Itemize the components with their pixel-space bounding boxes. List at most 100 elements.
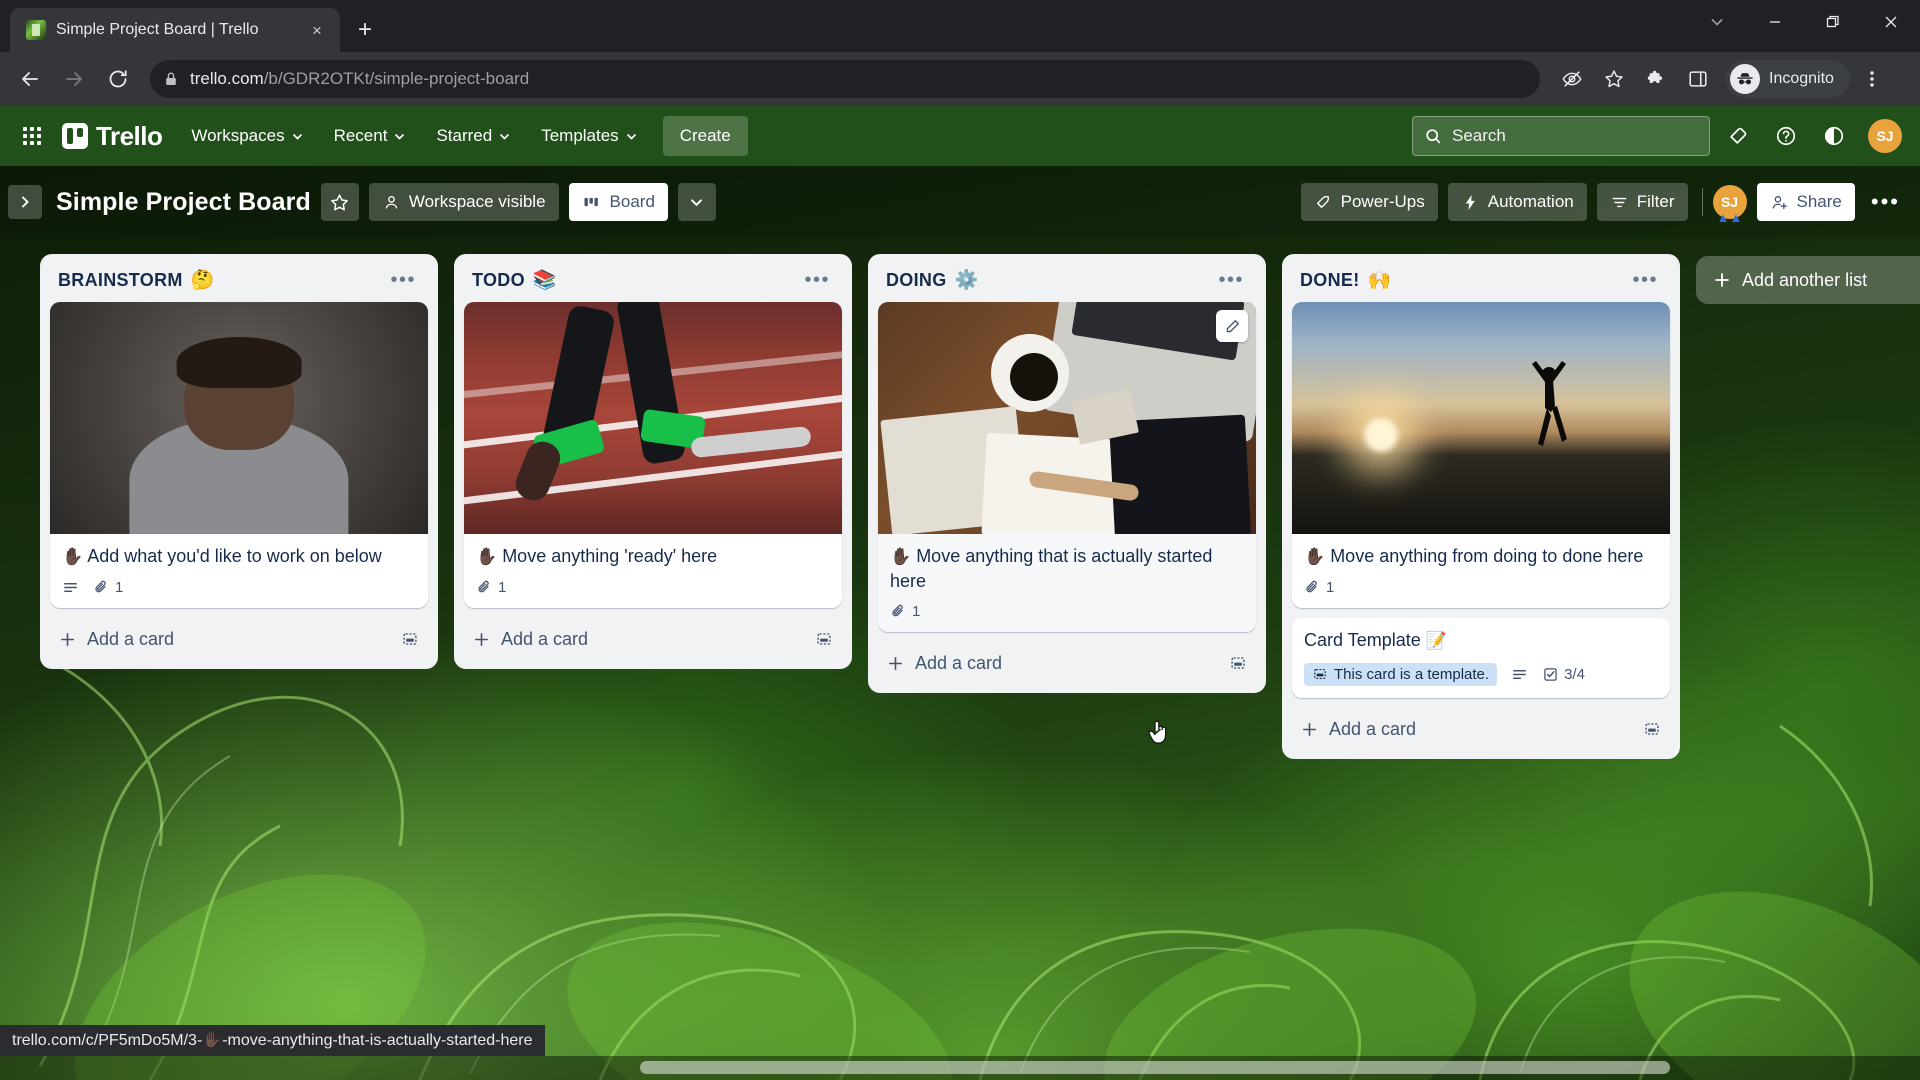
close-tab-icon[interactable]: × [304,17,330,43]
reload-icon[interactable] [98,59,138,99]
profile-incognito-chip[interactable]: Incognito [1726,60,1850,98]
board-title[interactable]: Simple Project Board [56,188,311,217]
attachment-count: 1 [115,578,124,596]
list-title[interactable]: TODO 📚 [472,268,798,292]
toolbar-right-icons: Incognito [1552,59,1892,99]
card-list: ✋🏿 Move anything that is actually starte… [876,302,1258,632]
add-card-label: Add a card [501,628,589,649]
add-another-list-button[interactable]: Add another list [1696,256,1920,304]
tab-title: Simple Project Board | Trello [56,21,259,38]
card-badges: 1 [1304,579,1658,596]
share-button[interactable]: Share [1756,183,1855,221]
attachment-badge: 1 [1304,579,1334,596]
back-icon[interactable] [10,59,50,99]
board-menu-button[interactable]: ••• [1865,183,1906,221]
card-title-text: Add what you'd like to work on below [87,546,382,566]
nav-starred[interactable]: Starred [423,116,524,156]
power-ups-label: Power-Ups [1340,192,1425,211]
search-icon [1426,128,1441,144]
card-title-text: Move anything that is actually started h… [890,546,1213,591]
card-badges: 1 [890,603,1244,620]
board-visibility-button[interactable]: Workspace visible [368,183,559,221]
search-input[interactable]: Search [1412,116,1710,156]
trello-logo[interactable]: Trello [56,121,174,152]
card[interactable]: ✋🏿 Move anything 'ready' here 1 [464,302,842,608]
list-header: DOING ⚙️ ••• [876,264,1258,302]
minimize-icon[interactable] [1746,0,1804,44]
trello-top-nav: Trello Workspaces Recent Starred Templat… [0,106,1920,166]
trello-logo-text: Trello [96,120,163,151]
list-title[interactable]: DONE! 🙌 [1300,268,1626,292]
url-path: /b/GDR2OTKt/simple-project-board [263,69,530,88]
eye-slash-icon[interactable] [1552,59,1592,99]
description-badge [1511,666,1528,683]
card-list: ✋🏿 Move anything 'ready' here 1 [462,302,844,608]
automation-button[interactable]: Automation [1447,183,1587,221]
tab-strip: Simple Project Board | Trello × + [0,0,1920,52]
list-menu-button[interactable]: ••• [1626,270,1664,290]
jumping-person-silhouette [1531,360,1567,446]
profile-label: Incognito [1769,70,1834,87]
nav-templates[interactable]: Templates [528,116,650,156]
member-collapse-chevrons-icon: ▲▲ [1716,210,1743,225]
card-cover-image [1292,302,1670,534]
board-view-dropdown[interactable] [677,183,716,221]
notifications-bell-icon[interactable] [1718,116,1758,156]
card-cover-image [464,302,842,534]
restore-icon[interactable] [1804,0,1862,44]
edit-card-button[interactable] [1216,310,1248,342]
forward-icon[interactable] [54,59,94,99]
card[interactable]: ✋🏿 Move anything from doing to done here… [1292,302,1670,608]
card[interactable]: ✋🏿 Add what you'd like to work on below … [50,302,428,608]
scrollbar-thumb[interactable] [640,1061,1670,1074]
description-badge [62,579,79,596]
card-body: ✋🏿 Move anything from doing to done here… [1292,534,1670,608]
nav-workspaces[interactable]: Workspaces [178,116,316,156]
filter-label: Filter [1636,192,1675,211]
filter-button[interactable]: Filter [1596,183,1688,221]
user-avatar[interactable]: SJ [1868,119,1902,153]
filter-icon [1612,197,1627,207]
status-url-emoji: ✋🏿 [202,1032,223,1049]
board-view-button[interactable]: Board [568,183,668,221]
create-button[interactable]: Create [662,116,748,156]
sidebar-expand-button[interactable] [8,185,42,219]
new-tab-button[interactable]: + [346,11,384,49]
address-bar[interactable]: trello.com/b/GDR2OTKt/simple-project-boa… [150,60,1540,98]
list-emoji: ⚙️ [954,270,979,291]
url-domain: trello.com [190,69,264,88]
side-panel-icon[interactable] [1678,59,1718,99]
apps-grid-icon[interactable] [12,116,52,156]
nav-recent[interactable]: Recent [321,116,420,156]
list-menu-button[interactable]: ••• [798,270,836,290]
rocket-icon [1316,195,1329,208]
add-card-button[interactable]: Add a card [1290,708,1672,751]
list-title[interactable]: BRAINSTORM 🤔 [58,268,384,292]
card-title: ✋🏿 Move anything 'ready' here [476,544,830,569]
power-ups-button[interactable]: Power-Ups [1300,183,1438,221]
card[interactable]: ✋🏿 Move anything that is actually starte… [878,302,1256,632]
chevron-down-icon[interactable] [1688,0,1746,44]
add-card-button[interactable]: Add a card [876,642,1258,685]
bookmark-star-icon[interactable] [1594,59,1634,99]
browser-tab[interactable]: Simple Project Board | Trello × [10,8,340,52]
kebab-menu-icon[interactable] [1852,59,1892,99]
list-menu-button[interactable]: ••• [1212,270,1250,290]
card-badges: This card is a template. 3/4 [1304,662,1658,686]
close-icon[interactable] [1862,0,1920,44]
card-body: ✋🏿 Add what you'd like to work on below … [50,534,428,608]
theme-contrast-icon[interactable] [1814,116,1854,156]
horizontal-scrollbar[interactable] [0,1056,1920,1080]
board-member-avatar[interactable]: SJ ▲▲ [1712,185,1747,224]
add-card-button[interactable]: Add a card [462,618,844,661]
extensions-puzzle-icon[interactable] [1636,59,1676,99]
star-board-button[interactable] [320,183,359,221]
list-done: DONE! 🙌 ••• ✋🏿 Move anything from doing … [1282,254,1680,759]
help-circle-icon[interactable] [1766,116,1806,156]
card[interactable]: Card Template 📝 This card is a template. [1292,617,1670,698]
list-title[interactable]: DOING ⚙️ [886,268,1212,292]
add-card-button[interactable]: Add a card [48,618,430,661]
list-name: BRAINSTORM [58,269,183,290]
chevron-down-icon [691,198,703,206]
list-menu-button[interactable]: ••• [384,270,422,290]
